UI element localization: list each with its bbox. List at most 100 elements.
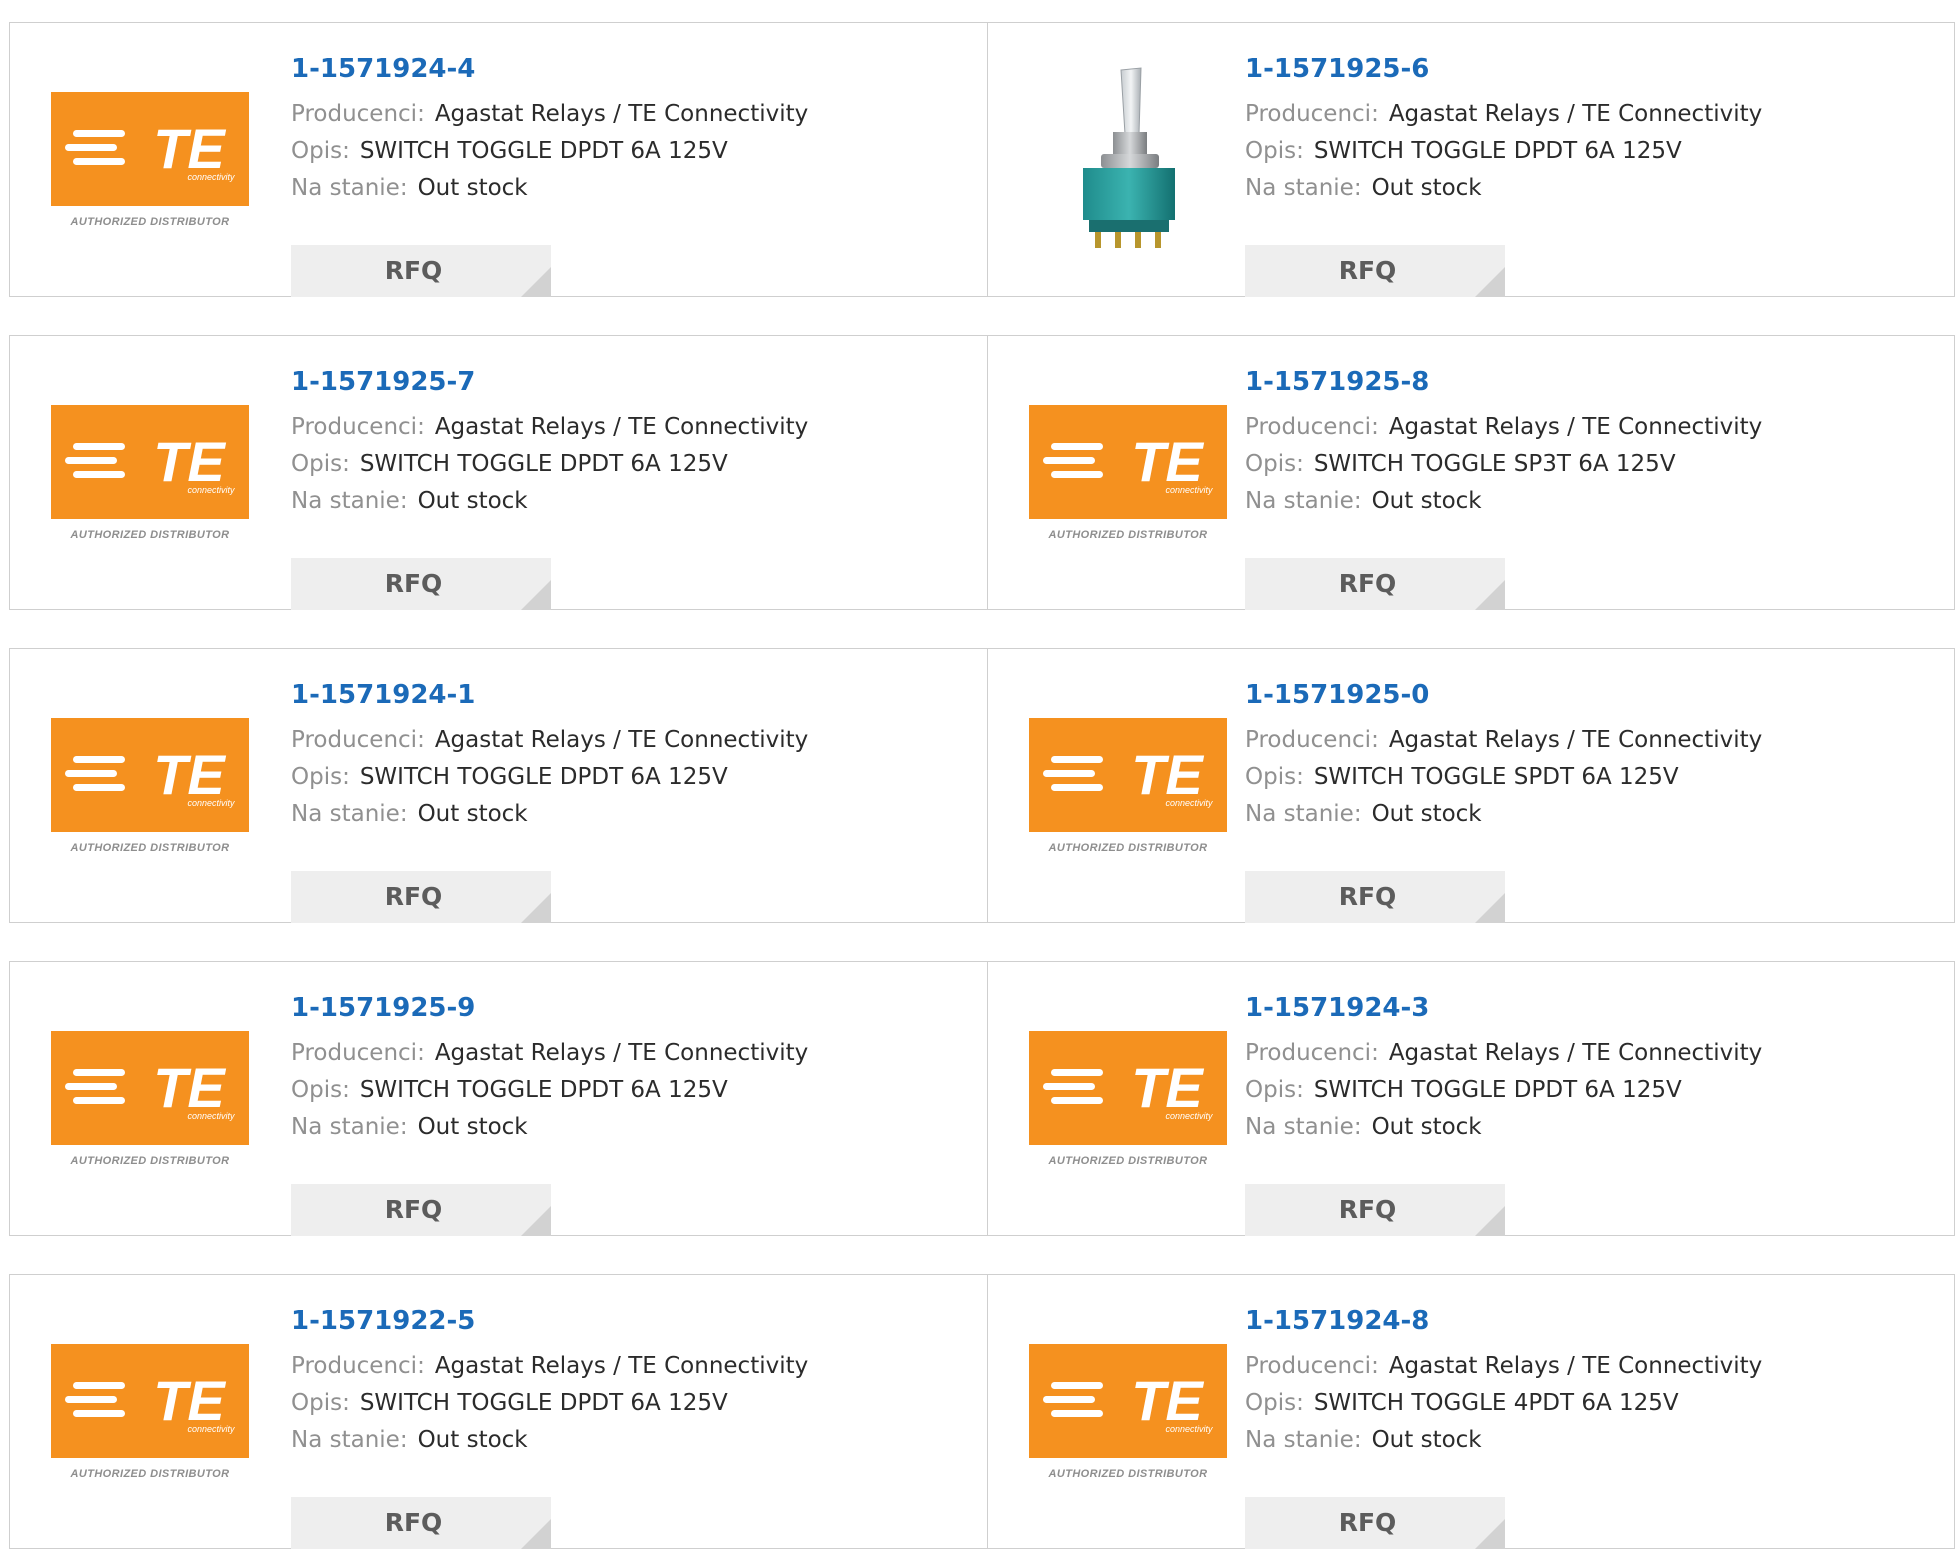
product-card: TE connectivity AUTHORIZED DISTRIBUTOR 1… (10, 1275, 988, 1549)
rfq-button[interactable]: RFQ (1245, 558, 1505, 610)
te-authorized-distributor-logo: TE connectivity AUTHORIZED DISTRIBUTOR (1029, 1344, 1227, 1490)
part-number-link[interactable]: 1-1571925-8 (1245, 366, 1934, 398)
manufacturer-row: Producenci: Agastat Relays / TE Connectiv… (1245, 409, 1934, 446)
stock-value: Out stock (417, 1427, 528, 1453)
rfq-button[interactable]: RFQ (291, 871, 551, 923)
svg-text:connectivity: connectivity (187, 485, 235, 495)
te-logo-box: TE connectivity (51, 1031, 249, 1145)
te-logo-box: TE connectivity (1029, 1031, 1227, 1145)
stock-value: Out stock (417, 175, 528, 201)
part-number-link[interactable]: 1-1571925-7 (291, 366, 967, 398)
manufacturer-label: Producenci: (291, 727, 425, 753)
part-number-link[interactable]: 1-1571924-1 (291, 679, 967, 711)
stock-label: Na stanie: (1245, 488, 1362, 514)
rfq-button[interactable]: RFQ (291, 558, 551, 610)
stock-label: Na stanie: (291, 1114, 408, 1140)
product-card: TE connectivity AUTHORIZED DISTRIBUTOR 1… (988, 336, 1954, 610)
description-label: Opis: (291, 764, 350, 790)
rfq-label: RFQ (1338, 569, 1397, 598)
manufacturer-row: Producenci: Agastat Relays / TE Connectiv… (291, 409, 967, 446)
rfq-corner-decoration (1475, 893, 1505, 923)
part-number-link[interactable]: 1-1571924-4 (291, 53, 967, 85)
part-number-link[interactable]: 1-1571922-5 (291, 1305, 967, 1337)
manufacturer-label: Producenci: (1245, 1040, 1379, 1066)
stock-row: Na stanie: Out stock (1245, 796, 1934, 833)
rfq-label: RFQ (384, 569, 443, 598)
description-value: SWITCH TOGGLE DPDT 6A 125V (359, 764, 728, 790)
stock-row: Na stanie: Out stock (1245, 170, 1934, 207)
product-card: TE connectivity AUTHORIZED DISTRIBUTOR 1… (10, 649, 988, 923)
svg-text:connectivity: connectivity (1165, 1424, 1213, 1434)
part-number-link[interactable]: 1-1571924-3 (1245, 992, 1934, 1024)
stock-label: Na stanie: (1245, 175, 1362, 201)
rfq-button[interactable]: RFQ (1245, 245, 1505, 297)
part-number-link[interactable]: 1-1571925-0 (1245, 679, 1934, 711)
description-row: Opis: SWITCH TOGGLE SP3T 6A 125V (1245, 446, 1934, 483)
product-card: TE connectivity AUTHORIZED DISTRIBUTOR 1… (10, 336, 988, 610)
svg-text:connectivity: connectivity (187, 798, 235, 808)
manufacturer-label: Producenci: (291, 1353, 425, 1379)
description-row: Opis: SWITCH TOGGLE DPDT 6A 125V (291, 759, 967, 796)
te-logo-icon: TE connectivity (65, 117, 235, 182)
product-row: TE connectivity AUTHORIZED DISTRIBUTOR 1… (9, 1274, 1955, 1549)
rfq-button[interactable]: RFQ (1245, 871, 1505, 923)
rfq-button[interactable]: RFQ (291, 1184, 551, 1236)
manufacturer-label: Producenci: (1245, 1353, 1379, 1379)
manufacturer-row: Producenci: Agastat Relays / TE Connectiv… (291, 1035, 967, 1072)
svg-text:connectivity: connectivity (1165, 798, 1213, 808)
rfq-corner-decoration (1475, 267, 1505, 297)
manufacturer-label: Producenci: (1245, 414, 1379, 440)
manufacturer-value: Agastat Relays / TE Connectivity (1388, 1040, 1763, 1066)
manufacturer-row: Producenci: Agastat Relays / TE Connectiv… (1245, 1348, 1934, 1385)
svg-text:TE: TE (1131, 1056, 1204, 1119)
manufacturer-value: Agastat Relays / TE Connectivity (1388, 1353, 1763, 1379)
manufacturer-value: Agastat Relays / TE Connectivity (1388, 101, 1763, 127)
manufacturer-row: Producenci: Agastat Relays / TE Connectiv… (291, 1348, 967, 1385)
part-number-link[interactable]: 1-1571925-6 (1245, 53, 1934, 85)
te-authorized-distributor-logo: TE connectivity AUTHORIZED DISTRIBUTOR (51, 92, 249, 238)
product-info: 1-1571924-1 Producenci: Agastat Relays / … (291, 679, 967, 923)
description-label: Opis: (1245, 451, 1304, 477)
te-logo-box: TE connectivity (51, 718, 249, 832)
te-authorized-distributor-logo: TE connectivity AUTHORIZED DISTRIBUTOR (1029, 1031, 1227, 1177)
te-authorized-distributor-logo: TE connectivity AUTHORIZED DISTRIBUTOR (51, 718, 249, 864)
te-authorized-distributor-logo: TE connectivity AUTHORIZED DISTRIBUTOR (1029, 405, 1227, 551)
description-row: Opis: SWITCH TOGGLE DPDT 6A 125V (1245, 1072, 1934, 1109)
description-label: Opis: (291, 138, 350, 164)
manufacturer-value: Agastat Relays / TE Connectivity (434, 1040, 809, 1066)
rfq-button[interactable]: RFQ (291, 245, 551, 297)
stock-row: Na stanie: Out stock (1245, 483, 1934, 520)
stock-label: Na stanie: (1245, 1114, 1362, 1140)
rfq-corner-decoration (1475, 1206, 1505, 1236)
te-authorized-distributor-logo: TE connectivity AUTHORIZED DISTRIBUTOR (1029, 718, 1227, 864)
rfq-button[interactable]: RFQ (1245, 1184, 1505, 1236)
rfq-corner-decoration (1475, 580, 1505, 610)
product-info: 1-1571924-4 Producenci: Agastat Relays / … (291, 53, 967, 297)
manufacturer-label: Producenci: (291, 414, 425, 440)
manufacturer-row: Producenci: Agastat Relays / TE Connectiv… (1245, 96, 1934, 133)
product-info: 1-1571922-5 Producenci: Agastat Relays / … (291, 1305, 967, 1549)
description-label: Opis: (291, 1077, 350, 1103)
part-number-link[interactable]: 1-1571925-9 (291, 992, 967, 1024)
toggle-switch-product-image[interactable] (1029, 67, 1227, 248)
stock-row: Na stanie: Out stock (291, 170, 967, 207)
manufacturer-label: Producenci: (291, 1040, 425, 1066)
description-label: Opis: (1245, 764, 1304, 790)
manufacturer-value: Agastat Relays / TE Connectivity (434, 101, 809, 127)
svg-text:connectivity: connectivity (187, 172, 235, 182)
rfq-button[interactable]: RFQ (291, 1497, 551, 1549)
description-value: SWITCH TOGGLE DPDT 6A 125V (359, 1077, 728, 1103)
rfq-corner-decoration (521, 1519, 551, 1549)
manufacturer-value: Agastat Relays / TE Connectivity (1388, 727, 1763, 753)
svg-text:TE: TE (153, 430, 226, 493)
rfq-label: RFQ (384, 1508, 443, 1537)
product-row: TE connectivity AUTHORIZED DISTRIBUTOR 1… (9, 961, 1955, 1236)
part-number-link[interactable]: 1-1571924-8 (1245, 1305, 1934, 1337)
stock-row: Na stanie: Out stock (291, 483, 967, 520)
rfq-corner-decoration (1475, 1519, 1505, 1549)
manufacturer-value: Agastat Relays / TE Connectivity (434, 414, 809, 440)
stock-value: Out stock (1371, 1427, 1482, 1453)
rfq-button[interactable]: RFQ (1245, 1497, 1505, 1549)
stock-label: Na stanie: (1245, 801, 1362, 827)
description-value: SWITCH TOGGLE 4PDT 6A 125V (1313, 1390, 1679, 1416)
